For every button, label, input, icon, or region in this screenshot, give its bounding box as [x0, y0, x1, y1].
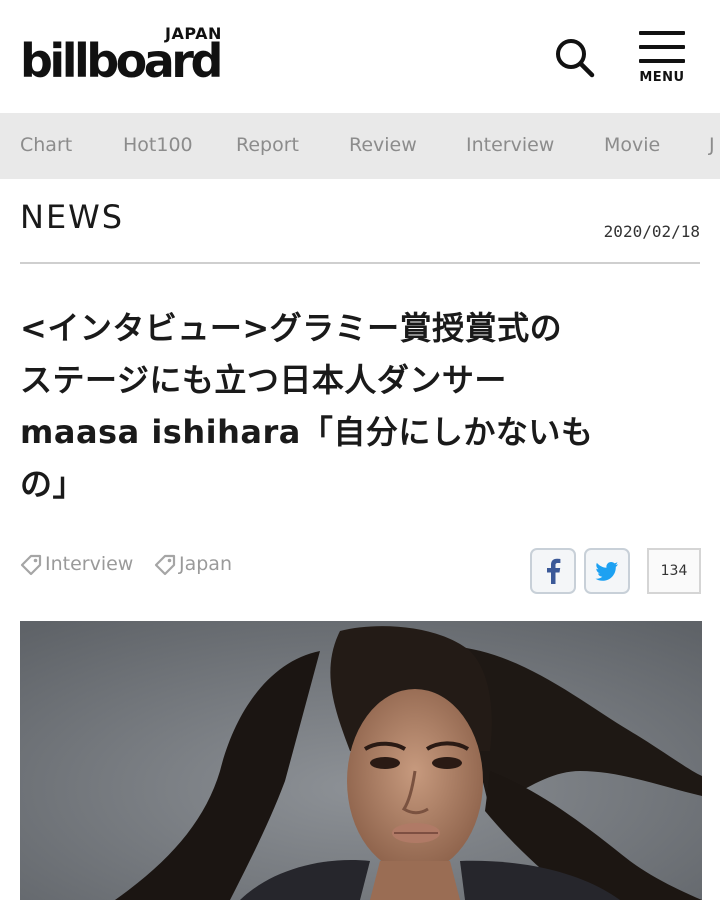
logo-billboard-text: billboard	[20, 34, 223, 88]
facebook-share-button[interactable]	[530, 548, 576, 594]
category-nav[interactable]: Chart Hot100 Report Review Interview Mov…	[0, 113, 720, 179]
article-headline: <インタビュー>グラミー賞授賞式の ステージにも立つ日本人ダンサー maasa …	[20, 302, 710, 510]
nav-item-chart[interactable]: Chart	[20, 134, 72, 156]
facebook-icon	[547, 558, 561, 584]
search-button[interactable]	[552, 36, 596, 80]
twitter-share-button[interactable]	[584, 548, 630, 594]
nav-item-hot100[interactable]: Hot100	[123, 134, 193, 156]
headline-line: ステージにも立つ日本人ダンサー	[20, 361, 507, 399]
share-count: 134	[647, 548, 701, 594]
headline-line: の」	[20, 465, 86, 503]
article-photo	[20, 621, 702, 900]
nav-item-report[interactable]: Report	[236, 134, 299, 156]
twitter-icon	[595, 562, 618, 581]
nav-item-partial[interactable]: J	[709, 134, 715, 156]
menu-label: MENU	[639, 70, 685, 85]
portrait-image	[20, 621, 702, 900]
nav-item-interview[interactable]: Interview	[466, 134, 554, 156]
tag-label: Interview	[45, 553, 134, 575]
billboard-japan-logo[interactable]: JAPAN billboard	[20, 24, 275, 88]
tag-label: Japan	[179, 553, 232, 575]
menu-button[interactable]: MENU	[636, 28, 690, 88]
site-header: JAPAN billboard MENU	[0, 0, 720, 113]
tag-icon	[154, 554, 176, 576]
search-icon	[556, 39, 595, 78]
headline-line: <インタビュー>グラミー賞授賞式の	[20, 309, 563, 347]
tag-icon	[20, 554, 42, 576]
section-title: NEWS	[20, 198, 125, 236]
nav-item-movie[interactable]: Movie	[604, 134, 660, 156]
article-date: 2020/02/18	[603, 222, 700, 241]
nav-item-review[interactable]: Review	[349, 134, 417, 156]
headline-line: maasa ishihara「自分にしかないも	[20, 413, 594, 451]
section-divider	[20, 262, 700, 264]
